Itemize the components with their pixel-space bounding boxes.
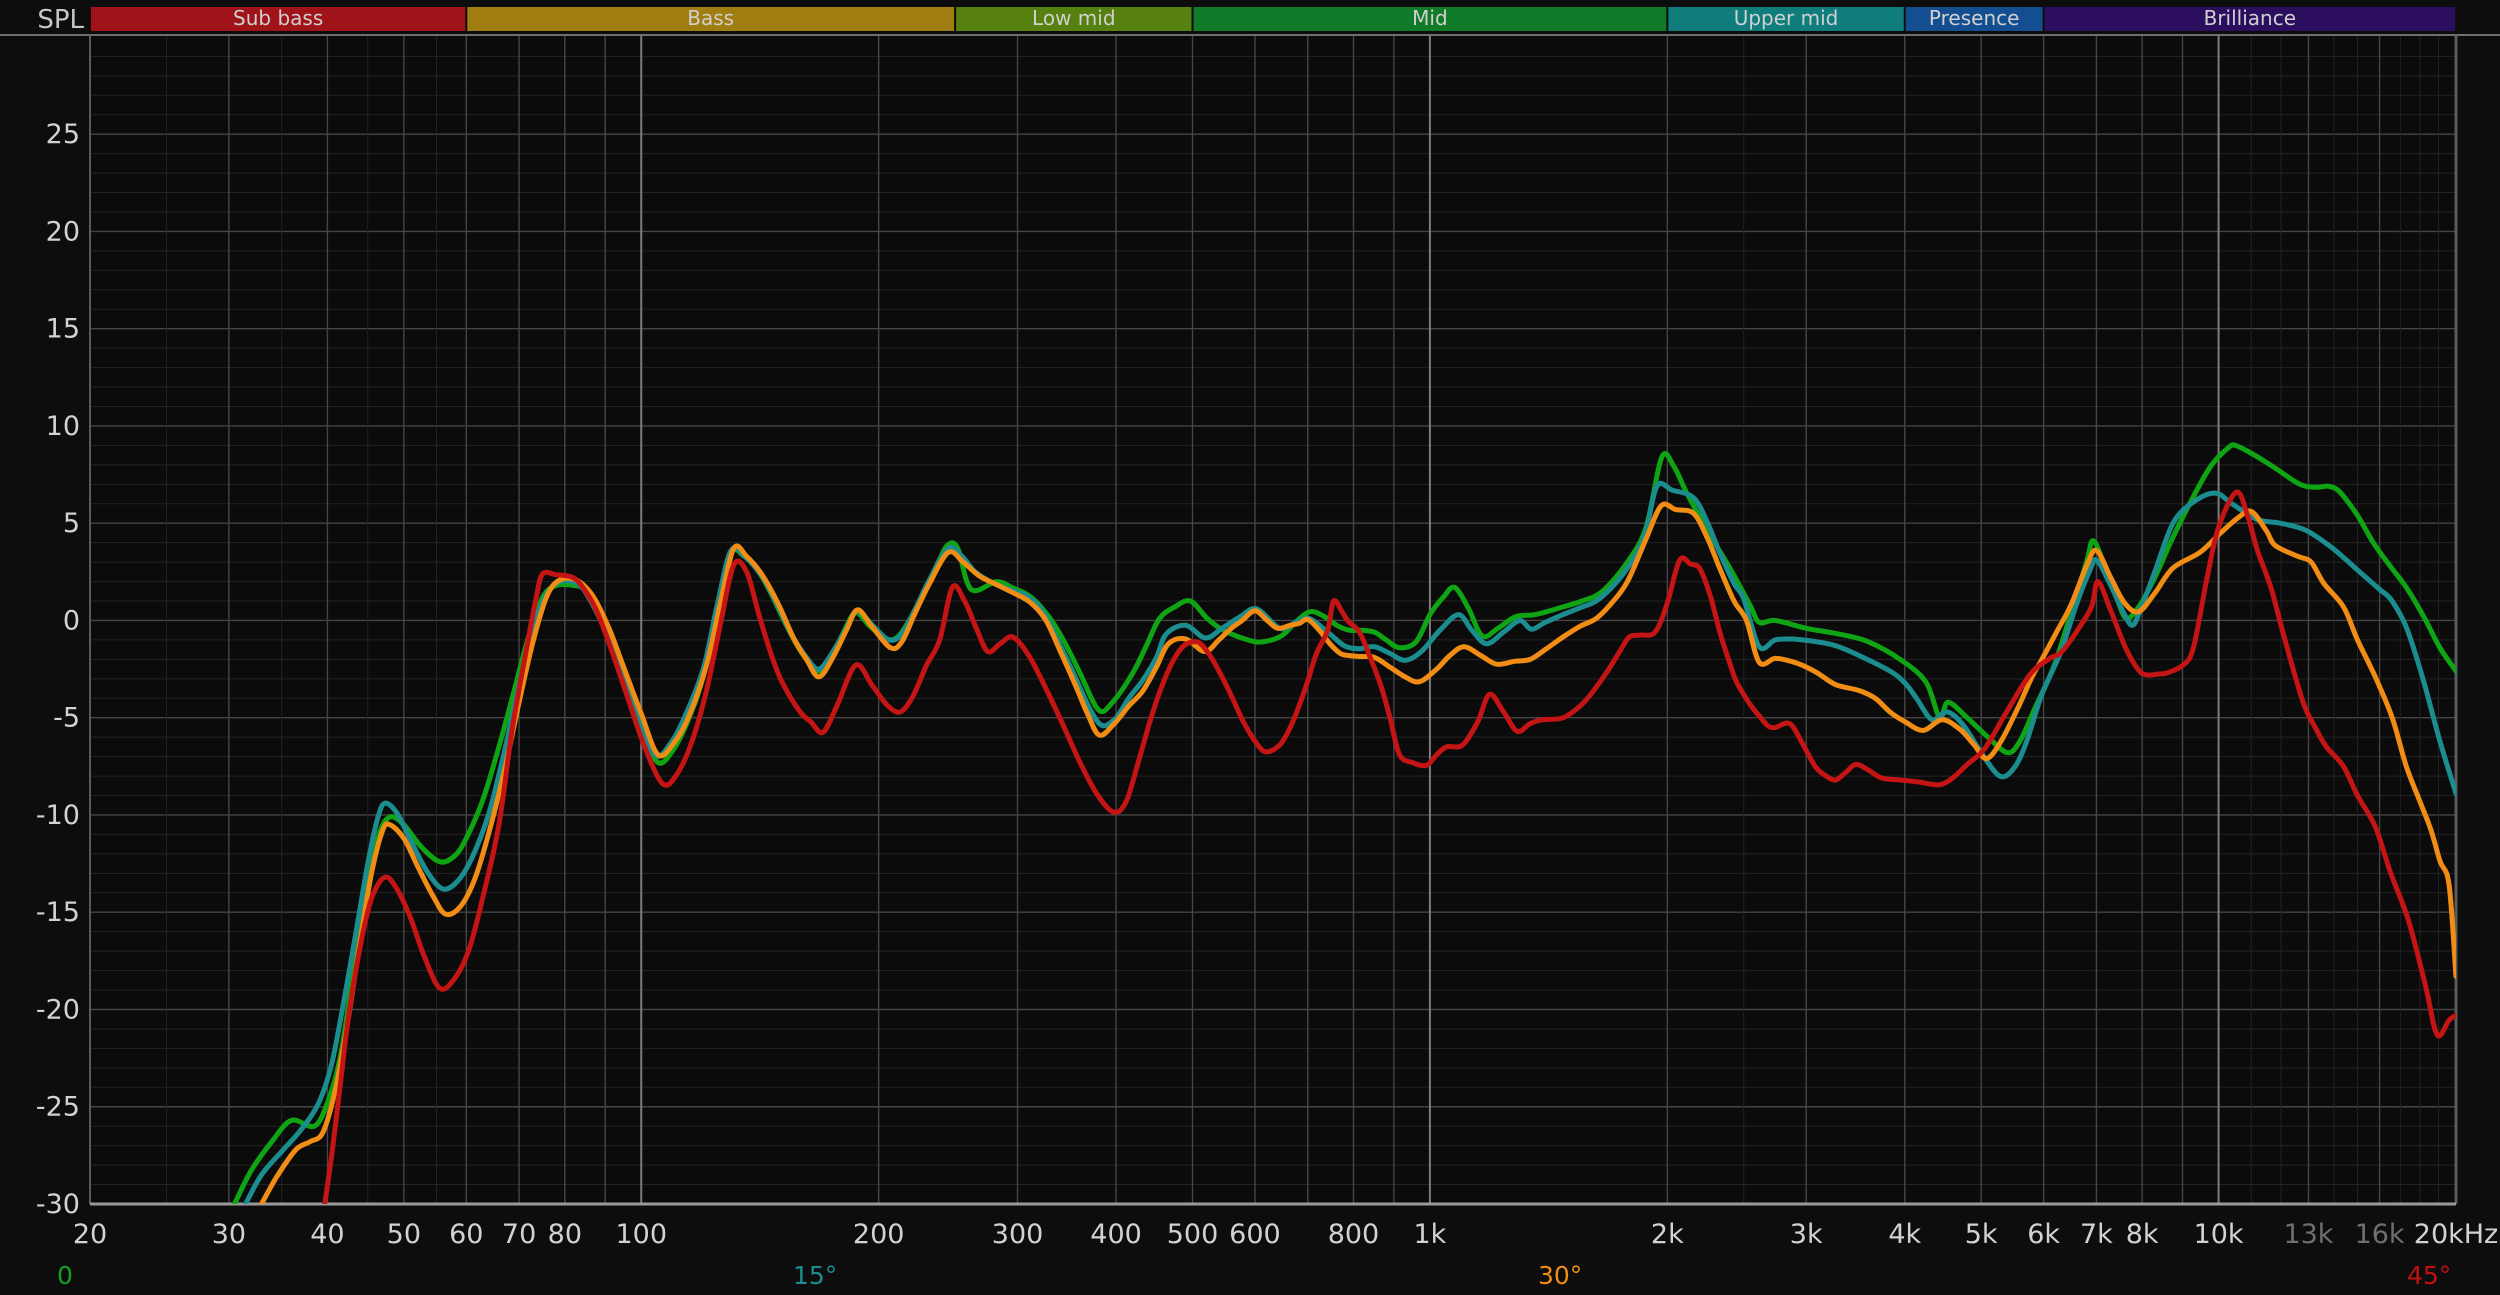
y-label--5: -5 — [53, 703, 80, 734]
x-tick-800: 800 — [1328, 1219, 1380, 1250]
x-tick-100: 100 — [615, 1219, 667, 1250]
x-tick-8k: 8k — [2126, 1219, 2159, 1250]
y-label--25: -25 — [36, 1092, 80, 1123]
y-label-15: 15 — [46, 314, 80, 345]
x-tick-30: 30 — [212, 1219, 246, 1250]
x-tick-1k: 1k — [1414, 1219, 1447, 1250]
x-tick-40: 40 — [310, 1219, 344, 1250]
x-tick-70: 70 — [502, 1219, 536, 1250]
legend-item-30deg: 30° — [1538, 1261, 1582, 1290]
x-tick-50: 50 — [387, 1219, 421, 1250]
x-tick-3k: 3k — [1790, 1219, 1823, 1250]
frequency-band-strip: Sub bass Bass Low mid Mid Upper mid Presence B… — [91, 6, 2455, 31]
band-label-upper-mid: Upper mid — [1734, 6, 1839, 30]
band-label-presence: Presence — [1929, 6, 2020, 30]
x-tick-300: 300 — [992, 1219, 1044, 1250]
band-label-low-mid: Low mid — [1032, 6, 1115, 30]
x-tick-7k: 7k — [2080, 1219, 2113, 1250]
x-tick-200: 200 — [853, 1219, 905, 1250]
band-label-sub-bass: Sub bass — [233, 6, 323, 30]
spl-frequency-response-chart: Sub bass Bass Low mid Mid Upper mid Presence B… — [0, 0, 2500, 1295]
y-label-0: 0 — [63, 605, 80, 636]
y-label--30: -30 — [36, 1189, 80, 1220]
band-label-brilliance: Brilliance — [2204, 6, 2296, 30]
chart-canvas: Sub bass Bass Low mid Mid Upper mid Presence B… — [0, 5, 2500, 1290]
x-tick-4k: 4k — [1888, 1219, 1921, 1250]
x-tick-20: 20 — [73, 1219, 107, 1250]
y-axis-title: SPL — [37, 5, 84, 35]
x-tick-6k: 6k — [2027, 1219, 2060, 1250]
y-label-5: 5 — [63, 508, 80, 539]
x-tick-10k: 10k — [2194, 1219, 2244, 1250]
x-tick-5k: 5k — [1965, 1219, 1998, 1250]
band-label-mid: Mid — [1412, 6, 1448, 30]
y-label--20: -20 — [36, 994, 80, 1025]
y-label-25: 25 — [46, 119, 80, 150]
y-label--15: -15 — [36, 897, 80, 928]
x-tick-16k: 16k — [2355, 1219, 2405, 1250]
y-label--10: -10 — [36, 800, 80, 831]
legend-item-45deg: 45° — [2407, 1261, 2451, 1290]
x-tick-500: 500 — [1167, 1219, 1219, 1250]
x-tick-400: 400 — [1090, 1219, 1142, 1250]
x-tick-2k: 2k — [1651, 1219, 1684, 1250]
legend-item-15deg: 15° — [793, 1261, 837, 1290]
y-label-20: 20 — [46, 216, 80, 247]
legend: 0 15° 30° 45° — [57, 1261, 2451, 1290]
legend-item-0deg: 0 — [57, 1261, 73, 1290]
x-tick-80: 80 — [548, 1219, 582, 1250]
y-label-10: 10 — [46, 411, 80, 442]
x-tick-13k: 13k — [2283, 1219, 2333, 1250]
x-tick-20kHz: 20kHz — [2414, 1219, 2498, 1250]
x-tick-60: 60 — [449, 1219, 483, 1250]
band-label-bass: Bass — [687, 6, 734, 30]
x-tick-600: 600 — [1229, 1219, 1281, 1250]
